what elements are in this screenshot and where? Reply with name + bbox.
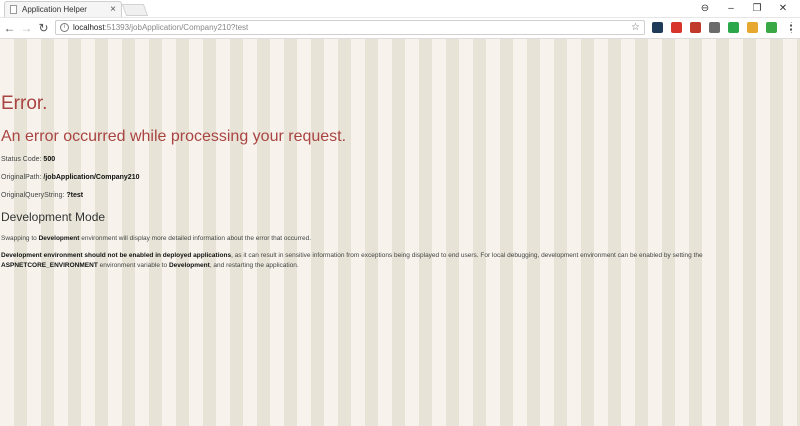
original-query-line: OriginalQueryString: ?test: [1, 192, 83, 199]
browser-toolbar: ← → ↻ i localhost:51393/jobApplication/C…: [0, 18, 800, 39]
warning-bold-2: ASPNETCORE_ENVIRONMENT: [1, 262, 98, 269]
original-path-label: OriginalPath:: [1, 174, 42, 181]
warning-bold-1: Development environment should not be en…: [1, 252, 232, 259]
account-icon[interactable]: ⊖: [692, 0, 718, 17]
back-button[interactable]: ←: [2, 21, 17, 36]
swap-text-bold: Development: [38, 235, 80, 242]
swap-text-post: environment will display more detailed i…: [79, 235, 312, 242]
info-icon[interactable]: i: [60, 23, 69, 32]
address-bar[interactable]: i localhost:51393/jobApplication/Company…: [55, 20, 645, 35]
status-code-value: 500: [43, 156, 56, 163]
forward-button[interactable]: →: [19, 21, 34, 36]
page-title: Error.: [1, 93, 48, 114]
original-query-label: OriginalQueryString:: [1, 192, 65, 199]
maximize-button[interactable]: ❐: [744, 0, 770, 17]
ext-5-icon[interactable]: [728, 22, 739, 33]
error-subtitle: An error occurred while processing your …: [1, 128, 347, 145]
tab-title: Application Helper: [22, 5, 87, 14]
new-tab-button[interactable]: [121, 4, 149, 16]
ext-1-icon[interactable]: [652, 22, 663, 33]
status-code-line: Status Code: 500: [1, 156, 55, 163]
tab-close-icon[interactable]: ×: [110, 4, 116, 15]
warning-paragraph: Development environment should not be en…: [1, 251, 791, 271]
ext-3-icon[interactable]: [690, 22, 701, 33]
menu-icon[interactable]: [790, 22, 794, 33]
status-code-label: Status Code:: [1, 156, 42, 163]
ext-4-icon[interactable]: [709, 22, 720, 33]
browser-tab[interactable]: Application Helper ×: [4, 1, 122, 17]
error-page: Error. An error occurred while processin…: [0, 39, 800, 426]
swap-text-pre: Swapping to: [1, 235, 39, 242]
original-path-value: /jobApplication/Company210: [43, 174, 140, 181]
warning-bold-3: Development: [168, 262, 210, 269]
url-host: localhost: [73, 23, 105, 32]
warning-text-1: , as it can result in sensitive informat…: [231, 252, 703, 259]
close-window-button[interactable]: ✕: [770, 0, 796, 17]
ext-6-icon[interactable]: [747, 22, 758, 33]
ext-2-icon[interactable]: [671, 22, 682, 33]
original-path-line: OriginalPath: /jobApplication/Company210: [1, 174, 140, 181]
ext-7-icon[interactable]: [766, 22, 777, 33]
tab-strip: Application Helper × ⊖ – ❐ ✕: [0, 0, 800, 18]
original-query-value: ?test: [66, 192, 84, 199]
reload-button[interactable]: ↻: [36, 21, 51, 36]
development-mode-heading: Development Mode: [1, 210, 106, 224]
warning-text-3: , and restarting the application.: [209, 262, 299, 269]
page-icon: [10, 5, 17, 14]
warning-text-2: environment variable to: [97, 262, 169, 269]
swap-paragraph: Swapping to Development environment will…: [1, 234, 791, 244]
url-path: :51393/jobApplication/Company210?test: [104, 23, 249, 32]
bookmark-star-icon[interactable]: ☆: [631, 22, 640, 33]
minimize-button[interactable]: –: [718, 0, 744, 17]
